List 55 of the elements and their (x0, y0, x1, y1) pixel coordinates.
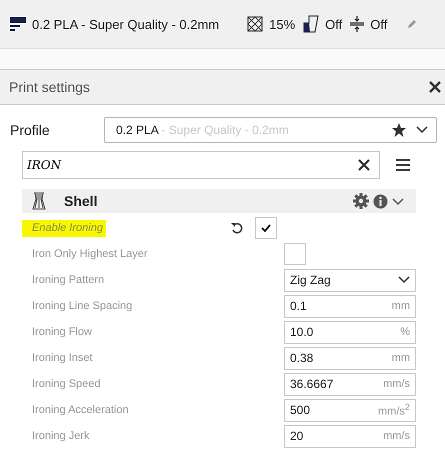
support-text: Off (325, 16, 342, 32)
unit-label: mm (392, 300, 410, 312)
field-value: 500 (290, 403, 310, 417)
setting-label: Ironing Acceleration (31, 404, 130, 416)
infill-icon (247, 16, 264, 32)
check-icon (260, 224, 271, 232)
menu-icon[interactable] (396, 159, 410, 171)
info-icon[interactable] (373, 194, 388, 208)
setting-label: Ironing Pattern (31, 274, 106, 286)
profile-text: 0.2 PLA - Super Quality - 0.2mm (32, 16, 220, 32)
number-field[interactable]: 20 mm/s (284, 424, 416, 448)
number-field[interactable]: 36.6667 mm/s (284, 372, 416, 396)
gear-icon[interactable] (353, 193, 369, 209)
printer-profile-icon (10, 17, 26, 31)
number-field[interactable]: 0.38 mm (284, 346, 416, 370)
number-field[interactable]: 0.1 mm (284, 294, 416, 318)
field-value: 20 (290, 429, 304, 443)
category-title: Shell (64, 193, 98, 209)
chevron-down-icon (416, 126, 428, 134)
shell-icon (32, 192, 46, 210)
category-header[interactable]: Shell (22, 189, 416, 213)
unit-label: % (400, 326, 410, 338)
chevron-down-icon (398, 276, 410, 284)
field-value: 0.38 (290, 351, 314, 365)
pattern-dropdown[interactable]: Zig Zag (284, 268, 416, 292)
field-value: 0.1 (290, 299, 307, 313)
adhesion-icon (350, 16, 364, 32)
star-icon[interactable] (392, 123, 406, 137)
dropdown-value: Zig Zag (290, 273, 331, 287)
setting-label: Ironing Line Spacing (31, 300, 134, 312)
setting-label: Iron Only Highest Layer (31, 248, 149, 260)
close-icon[interactable] (429, 81, 441, 93)
panel-title: Print settings (9, 79, 90, 95)
checkbox[interactable] (254, 217, 277, 239)
setting-label: Ironing Jerk (31, 430, 90, 442)
reset-icon[interactable] (230, 222, 243, 234)
adhesion-text: Off (370, 16, 388, 32)
search-field[interactable]: IRON (22, 151, 380, 179)
checkbox[interactable] (284, 243, 306, 265)
support-icon (303, 15, 320, 33)
field-value: 36.6667 (290, 377, 334, 391)
infill-text: 15% (269, 16, 296, 32)
profile-label: Profile (10, 122, 51, 138)
setting-label: Ironing Flow (31, 326, 93, 338)
unit-label: mm (392, 352, 410, 364)
clear-icon[interactable] (358, 159, 370, 171)
unit-label: mm/s (383, 430, 410, 442)
setting-label: Ironing Speed (31, 378, 102, 390)
unit-label: mm/s (383, 378, 410, 390)
setting-label: Enable Ironing (22, 220, 106, 236)
field-value: 10.0 (290, 325, 314, 339)
number-field[interactable]: 500 mm/s$^{2}$ (284, 398, 416, 422)
number-field[interactable]: 10.0 % (284, 320, 416, 344)
unit-label: mm/s$^{2}$ (378, 402, 410, 418)
setting-label: Ironing Inset (31, 352, 94, 364)
